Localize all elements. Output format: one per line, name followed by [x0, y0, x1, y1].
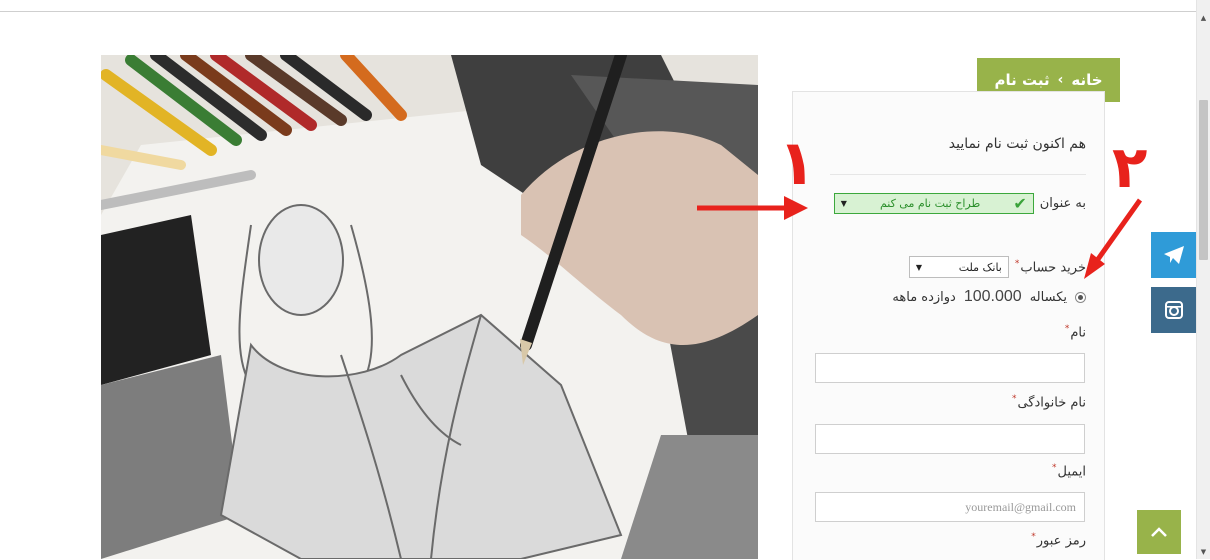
page-scrollbar[interactable]: ▲ ▼	[1196, 0, 1210, 559]
chevron-up-icon	[1151, 527, 1167, 537]
registration-form: هم اکنون ثبت نام نمایید به عنوان ✔ طراح …	[792, 91, 1105, 560]
breadcrumb-current: ثبت نام	[994, 71, 1050, 89]
form-divider	[830, 174, 1086, 175]
hero-image	[101, 55, 758, 559]
last-name-label: نام خانوادگی*	[1011, 394, 1086, 411]
plan-option: یکساله 100.000 دوازده ماهه	[892, 288, 1086, 306]
plan-price: 100.000	[963, 288, 1022, 305]
annotation-number-one: ۱	[778, 126, 816, 199]
role-select-value: طراح ثبت نام می کنم	[879, 197, 981, 210]
first-name-field[interactable]	[815, 353, 1085, 383]
scroll-up-arrow-icon[interactable]: ▲	[1197, 11, 1210, 25]
paper-plane-icon	[1163, 246, 1184, 264]
breadcrumb-home-link[interactable]: خانه	[1071, 71, 1102, 89]
bank-select-value: بانک ملت	[958, 260, 1002, 274]
buy-account-label: خرید حساب*	[1014, 258, 1086, 276]
plan-note: دوازده ماهه	[892, 289, 956, 305]
role-select[interactable]: ✔ طراح ثبت نام می کنم ▼	[833, 193, 1034, 214]
annotation-number-two: ۲	[1112, 133, 1148, 201]
dropdown-caret-icon: ▼	[840, 199, 847, 208]
instagram-icon	[1164, 301, 1183, 319]
plan-period: یکساله	[1029, 289, 1067, 305]
role-row: به عنوان ✔ طراح ثبت نام می کنم ▼	[833, 193, 1086, 214]
plan-radio[interactable]	[1075, 291, 1086, 303]
password-label: رمز عبور*	[1031, 532, 1086, 549]
dropdown-caret-icon: ▼	[915, 262, 923, 272]
breadcrumb-separator-icon: ›	[1057, 72, 1064, 88]
email-field[interactable]: youremail@gmail.com	[815, 492, 1085, 522]
instagram-button[interactable]	[1151, 287, 1196, 333]
last-name-field[interactable]	[815, 424, 1085, 454]
email-label: ایمیل*	[1051, 463, 1086, 480]
top-border	[0, 0, 1197, 12]
scroll-down-arrow-icon[interactable]: ▼	[1197, 545, 1210, 559]
buy-account-row: خرید حساب* بانک ملت ▼	[908, 256, 1086, 278]
first-name-label: نام*	[1064, 324, 1086, 341]
back-to-top-button[interactable]	[1137, 510, 1181, 554]
scrollbar-thumb[interactable]	[1199, 100, 1208, 260]
form-title: هم اکنون ثبت نام نمایید	[948, 136, 1086, 152]
bank-select[interactable]: بانک ملت ▼	[908, 256, 1009, 278]
role-label: به عنوان	[1039, 196, 1086, 211]
telegram-button[interactable]	[1151, 232, 1196, 278]
fashion-sketch-illustration	[101, 55, 758, 559]
checkmark-icon: ✔	[1013, 194, 1027, 213]
